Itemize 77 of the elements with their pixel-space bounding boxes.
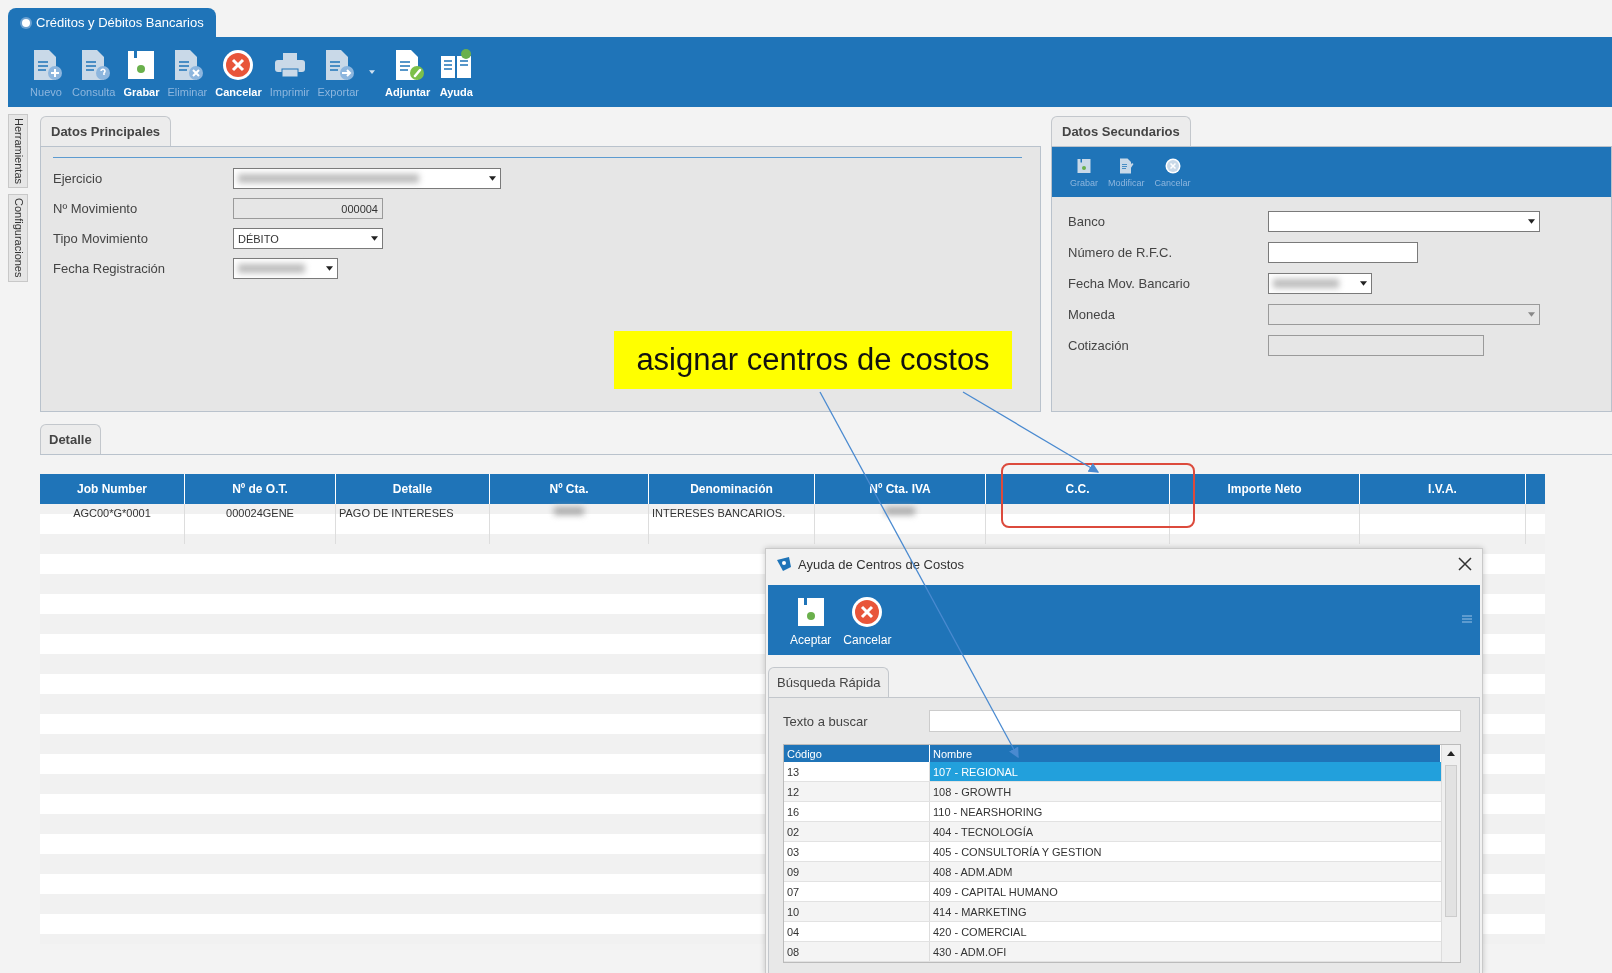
column-header[interactable]: Detalle (336, 474, 490, 504)
table-cell: 12 (784, 782, 930, 801)
dropdown-caret-icon (371, 236, 378, 241)
cancel-icon (1163, 156, 1182, 175)
dropdown-field[interactable] (233, 258, 338, 279)
field-label: Número de R.F.C. (1068, 245, 1174, 260)
column-header[interactable]: I.V.A. (1360, 474, 1526, 504)
column-header[interactable]: Nº Cta. IVA (815, 474, 986, 504)
toolbar-button[interactable]: Cancelar (841, 593, 894, 647)
dropdown-field[interactable] (1268, 211, 1540, 232)
field-label: Fecha Mov. Bancario (1068, 276, 1191, 291)
callout-label: asignar centros de costos (614, 331, 1012, 389)
table-cell[interactable]: 107 - REGIONAL (930, 762, 1441, 781)
table-cell: 10 (784, 902, 930, 921)
table-cell: 09 (784, 862, 930, 881)
table-cell: PAGO DE INTERESES (336, 504, 490, 544)
table-cell: 08 (784, 942, 930, 961)
panel-tab[interactable]: Detalle (40, 424, 101, 454)
dropdown-field[interactable]: DÉBITO (233, 228, 383, 249)
dropdown-caret-icon (326, 266, 333, 271)
dropdown-caret-icon (1528, 312, 1535, 317)
table-cell[interactable]: 404 - TECNOLOGÍA (930, 822, 1441, 841)
field-label: Cotización (1068, 338, 1130, 353)
toolbar-button[interactable]: Aceptar (788, 593, 834, 647)
column-header[interactable]: Código (784, 745, 930, 762)
table-cell[interactable]: 110 - NEARSHORING (930, 802, 1441, 821)
table-cell[interactable]: 414 - MARKETING (930, 902, 1441, 921)
table-cell[interactable]: 408 - ADM.ADM (930, 862, 1441, 881)
dropdown-caret-icon[interactable] (369, 70, 375, 74)
dropdown-caret-icon (1528, 219, 1535, 224)
table-cell: INTERESES BANCARIOS. (649, 504, 815, 544)
table-cell: 03 (784, 842, 930, 861)
tab-icon (22, 18, 30, 27)
scrollbar[interactable] (1441, 745, 1460, 962)
column-header[interactable]: Job Number (40, 474, 185, 504)
table-cell[interactable]: 409 - CAPITAL HUMANO (930, 882, 1441, 901)
toolbar-button[interactable]: Adjuntar (383, 46, 433, 98)
dropdown-caret-icon (1360, 281, 1367, 286)
table-cell: 02 (784, 822, 930, 841)
field-label: Nº Movimiento (53, 201, 139, 216)
table-cell[interactable]: 108 - GROWTH (930, 782, 1441, 801)
dropdown-caret-icon (489, 176, 496, 181)
panel-tab[interactable]: Datos Principales (40, 116, 172, 146)
table-cell[interactable]: 430 - ADM.OFI (930, 942, 1441, 961)
table-cell: 16 (784, 802, 930, 821)
field-label: Fecha Registración (53, 261, 166, 276)
table-cell: 07 (784, 882, 930, 901)
input-field[interactable] (1268, 242, 1418, 263)
table-cell: AGC00*G*0001 (40, 504, 185, 544)
edit-document-icon (1117, 156, 1136, 175)
side-tab[interactable]: Configuraciones (8, 194, 28, 282)
toolbar-button[interactable]: Ayuda (436, 46, 477, 98)
shield-icon (776, 556, 792, 572)
panel-tab[interactable]: Búsqueda Rápida (768, 667, 890, 697)
column-header[interactable]: Nº de O.T. (185, 474, 336, 504)
panel-tab[interactable]: Datos Secundarios (1051, 116, 1191, 146)
column-header[interactable]: Nº Cta. (490, 474, 649, 504)
dropdown-field[interactable] (1268, 273, 1372, 294)
field-label: Tipo Movimiento (53, 231, 149, 246)
column-header[interactable]: Importe Neto (1170, 474, 1360, 504)
search-field[interactable] (929, 710, 1461, 732)
field-label: Ejercicio (53, 171, 104, 186)
toolbar-button[interactable]: Cancelar (213, 46, 264, 98)
column-header[interactable]: C.C. (986, 474, 1170, 504)
table-cell: 000024GENE (185, 504, 336, 544)
field-label: Moneda (1068, 307, 1116, 322)
table-cell[interactable]: 420 - COMERCIAL (930, 922, 1441, 941)
side-tab[interactable]: Herramientas (8, 114, 28, 189)
field-label: Banco (1068, 214, 1106, 229)
save-icon (1075, 156, 1093, 175)
document-tab[interactable]: Créditos y Débitos Bancarios (8, 8, 216, 37)
column-header[interactable]: Denominación (649, 474, 815, 504)
toolbar-button[interactable]: Grabar (121, 46, 162, 98)
field-label: Texto a buscar (783, 713, 869, 729)
dropdown-field[interactable] (233, 168, 501, 189)
table-cell[interactable]: 405 - CONSULTORÍA Y GESTION (930, 842, 1441, 861)
table-cell: 04 (784, 922, 930, 941)
